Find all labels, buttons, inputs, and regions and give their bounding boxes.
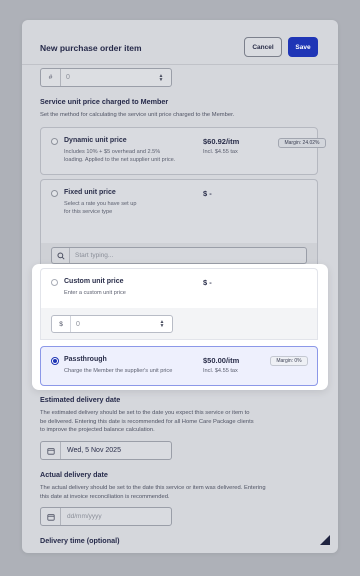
fixed-rate-search-input[interactable]: Start typing... (51, 247, 307, 264)
radio-custom[interactable] (51, 279, 58, 286)
hash-prefix: # (41, 69, 61, 86)
option-price: $50.00/itm (203, 356, 240, 365)
option-desc-line2: loading. Applied to the net supplier uni… (64, 157, 176, 163)
dollar-prefix: $ (52, 316, 71, 332)
radio-dynamic[interactable] (51, 138, 58, 145)
option-title: Passthrough (64, 356, 107, 363)
option-price: $60.92/itm (203, 137, 240, 146)
actual-delivery-title: Actual delivery date (40, 470, 108, 479)
delivery-time-title: Delivery time (optional) (40, 536, 120, 545)
spotlight-panel: Custom unit price Enter a custom unit pr… (32, 264, 328, 390)
radio-fixed[interactable] (51, 190, 58, 197)
estimated-delivery-desc-line3: to improve the projected balance calcula… (40, 427, 155, 433)
cancel-button[interactable]: Cancel (244, 37, 282, 57)
estimated-delivery-desc-line1: The estimated delivery should be set to … (40, 410, 250, 416)
custom-price-input-strip: $ 0 ▲ ▼ (40, 308, 318, 340)
actual-delivery-desc-line1: The actual delivery should be set to the… (40, 485, 266, 491)
stepper-icon[interactable]: ▲ ▼ (156, 73, 166, 82)
dialog-title: New purchase order item (40, 43, 142, 53)
quantity-stepper[interactable]: # 0 ▲ ▼ (40, 68, 172, 87)
unit-price-section-desc: Set the method for calculating the servi… (40, 112, 235, 118)
custom-price-value: 0 (76, 320, 80, 328)
stepper-icon[interactable]: ▲ ▼ (157, 320, 167, 329)
option-price: $ - (203, 189, 212, 198)
option-desc-line1: Enter a custom unit price (64, 290, 126, 296)
option-desc-line1: Select a rate you have set up (64, 201, 137, 207)
option-desc-line1: Includes 10% + $5 overhead and 2.5% (64, 149, 161, 155)
actual-delivery-placeholder: dd/mm/yyyy (67, 513, 102, 520)
radio-passthrough[interactable] (51, 357, 59, 365)
calendar-icon (41, 508, 61, 525)
option-dynamic-unit-price[interactable]: Dynamic unit price Includes 10% + $5 ove… (40, 127, 326, 175)
option-custom-unit-price[interactable]: Custom unit price Enter a custom unit pr… (40, 268, 318, 308)
save-button[interactable]: Save (288, 37, 318, 57)
option-price: $ - (203, 278, 212, 287)
option-tax: Incl. $4.55 tax (203, 149, 238, 155)
unit-price-section-title: Service unit price charged to Member (40, 97, 169, 106)
estimated-delivery-desc-line2: be delivered. Entering this date is reco… (40, 418, 254, 425)
quantity-value: 0 (66, 74, 70, 81)
option-desc-line1: Charge the Member the supplier's unit pr… (64, 368, 173, 374)
estimated-delivery-title: Estimated delivery date (40, 395, 121, 404)
resize-handle-icon[interactable] (320, 535, 330, 545)
actual-delivery-date-field[interactable]: dd/mm/yyyy (40, 507, 172, 526)
header-divider (22, 64, 338, 65)
option-tax: Incl. $4.55 tax (203, 368, 238, 374)
option-title: Dynamic unit price (64, 137, 127, 144)
option-fixed-unit-price[interactable]: Fixed unit price Select a rate you have … (40, 179, 318, 243)
calendar-icon (41, 442, 61, 459)
custom-price-input[interactable]: $ 0 ▲ ▼ (51, 315, 173, 333)
option-title: Fixed unit price (64, 189, 116, 196)
search-icon (52, 248, 70, 263)
margin-badge: Margin: 0% (270, 356, 308, 366)
option-passthrough[interactable]: Passthrough Charge the Member the suppli… (40, 346, 318, 386)
search-placeholder: Start typing... (75, 252, 114, 259)
option-title: Custom unit price (64, 278, 124, 285)
actual-delivery-desc-line2: this date at invoice reconciliation is r… (40, 493, 170, 500)
estimated-delivery-date-field[interactable]: Wed, 5 Nov 2025 (40, 441, 172, 460)
estimated-delivery-value: Wed, 5 Nov 2025 (67, 447, 121, 454)
margin-badge: Margin: 24.02% (278, 138, 326, 148)
option-desc-line2: for this service type (64, 209, 113, 215)
